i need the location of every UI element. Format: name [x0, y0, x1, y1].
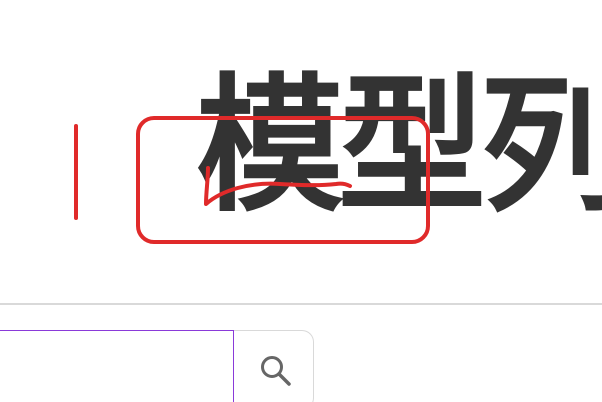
page-title: 模型列 [196, 60, 602, 232]
divider [0, 303, 602, 305]
search-input[interactable] [0, 330, 234, 402]
page: 模型列 [0, 0, 602, 402]
search-icon [261, 356, 291, 386]
search-button[interactable] [234, 330, 314, 402]
